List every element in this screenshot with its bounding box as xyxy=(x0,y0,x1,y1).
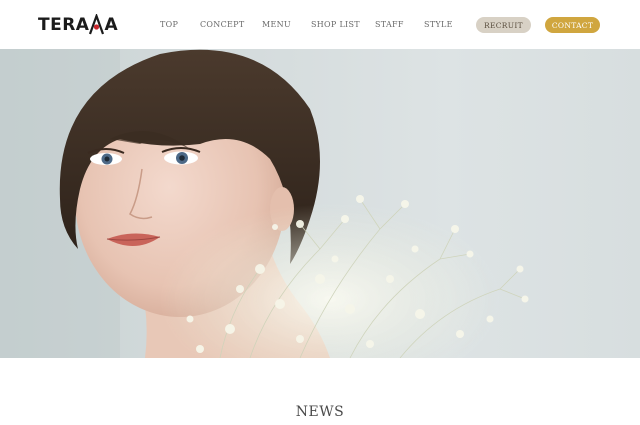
contact-button[interactable]: CONTACT xyxy=(545,17,600,33)
nav-menu[interactable]: MENU xyxy=(262,18,291,32)
nav-shop-list[interactable]: SHOP LIST xyxy=(311,18,360,32)
contact-button-label: CONTACT xyxy=(551,20,594,30)
recruit-button[interactable]: RECRUIT xyxy=(476,17,531,33)
hero-image xyxy=(0,49,640,358)
hero-illustration xyxy=(0,49,529,358)
news-heading: NEWS xyxy=(295,404,345,420)
nav-top[interactable]: TOP xyxy=(160,18,178,32)
nav-style[interactable]: STYLE xyxy=(424,18,453,32)
recruit-button-label: RECRUIT xyxy=(484,20,523,30)
nav-concept[interactable]: CONCEPT xyxy=(200,18,244,32)
nav-staff[interactable]: STAFF xyxy=(375,18,404,32)
main-nav: TOP CONCEPT MENU SHOP LIST STAFF STYLE xyxy=(0,18,640,32)
site-header: TERA A TOP CONCEPT MENU SHOP LIST STAFF … xyxy=(0,0,640,49)
